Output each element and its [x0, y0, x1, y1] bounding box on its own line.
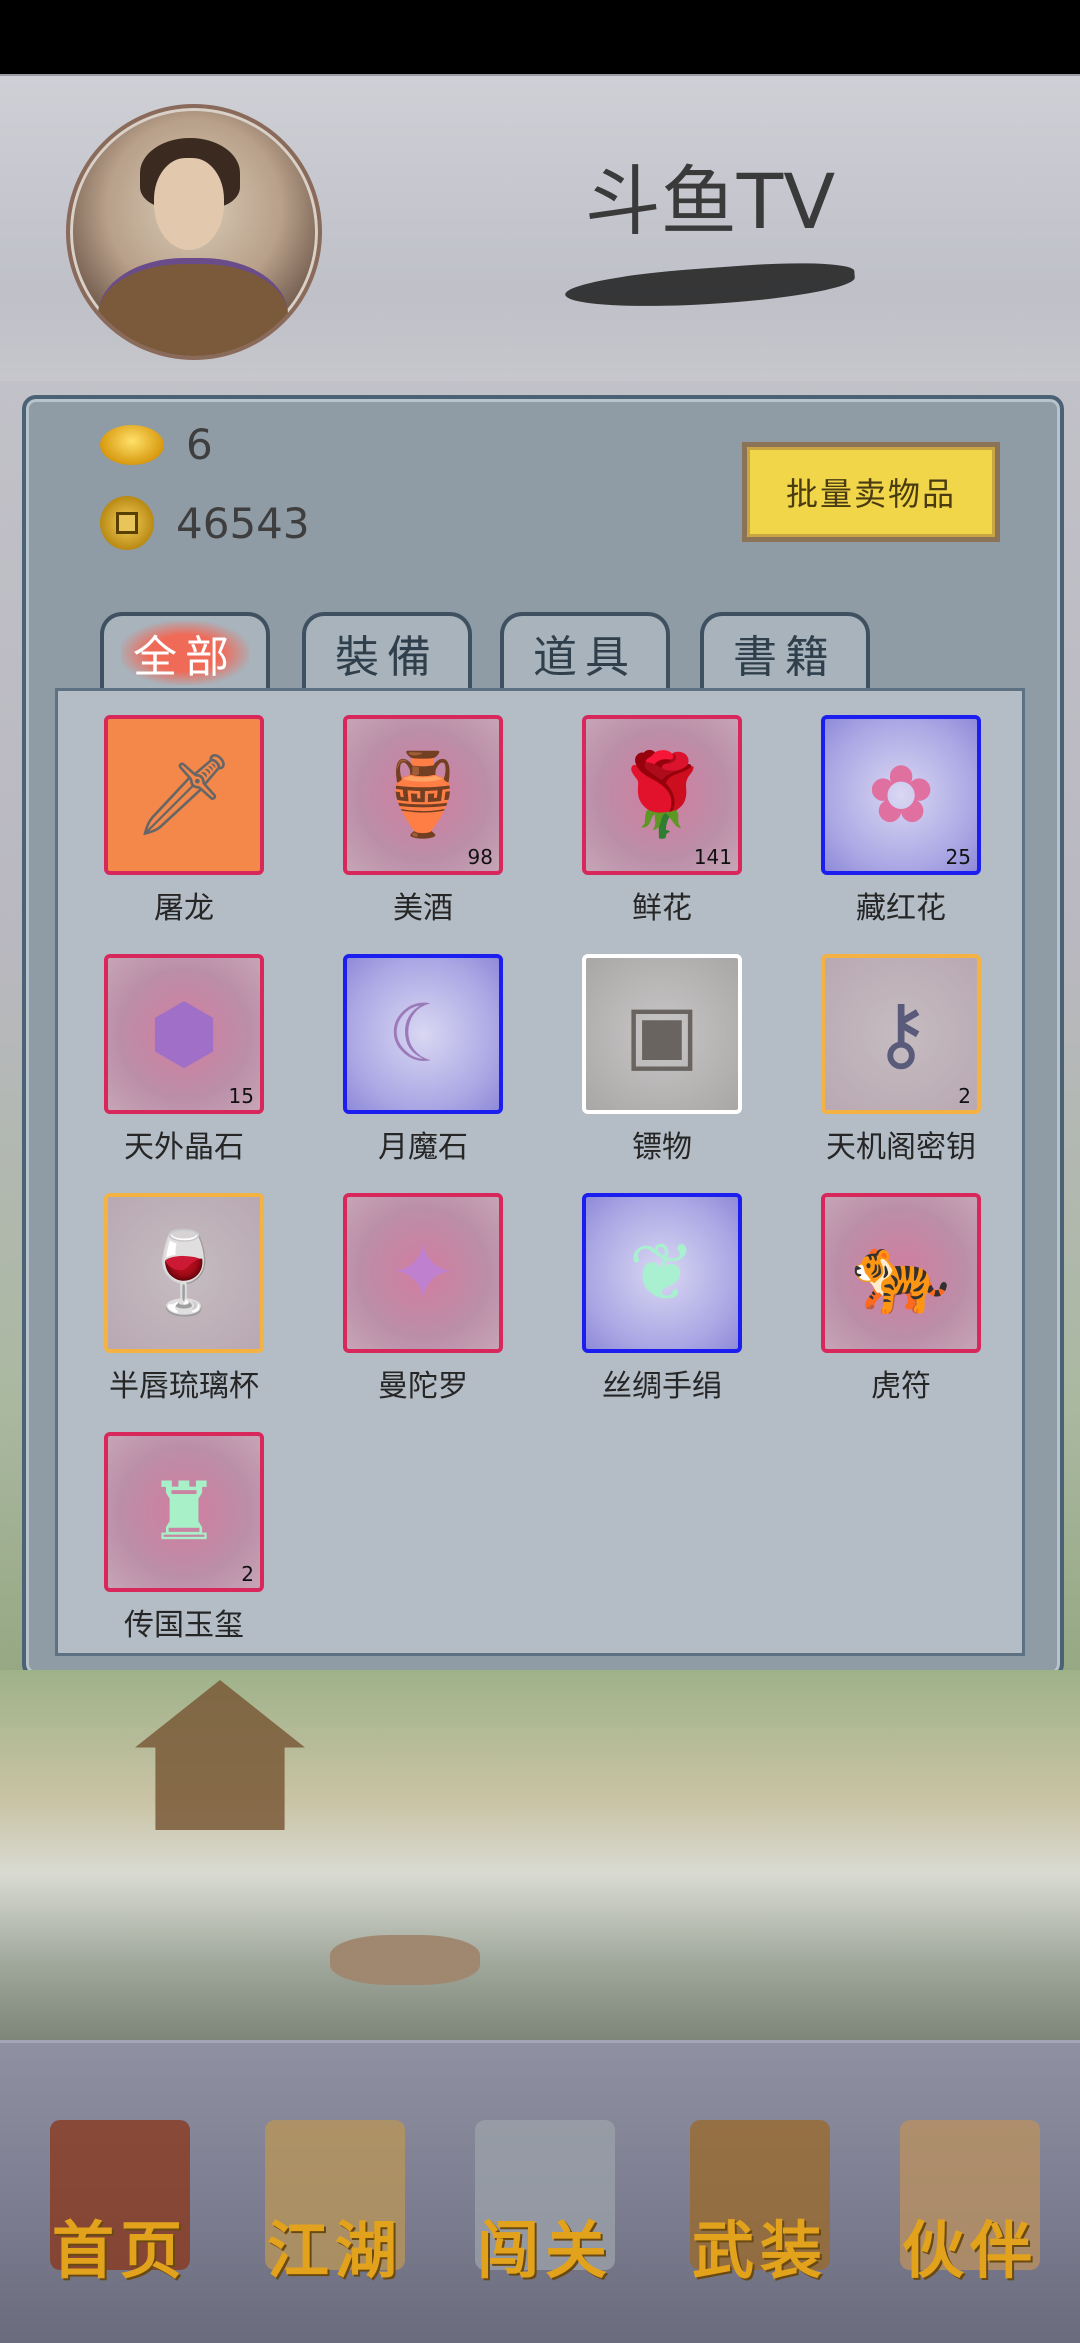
- item-name: 半唇琉璃杯: [109, 1369, 259, 1404]
- tab-books[interactable]: 書籍: [700, 612, 870, 690]
- inventory-item[interactable]: 🍷 半唇琉璃杯: [58, 1169, 298, 1404]
- nav-label: 闯关: [476, 2214, 613, 2287]
- inventory-item[interactable]: ⚷ 2 天机阁密钥: [775, 930, 1015, 1165]
- item-frame[interactable]: 🍷: [104, 1193, 264, 1353]
- avatar-robe: [98, 258, 288, 356]
- item-frame[interactable]: ❦: [582, 1193, 742, 1353]
- inventory-item[interactable]: 🗡 屠龙: [58, 691, 298, 926]
- tab-props-label: 道具: [533, 632, 637, 683]
- sword-icon: 🗡: [133, 748, 235, 841]
- item-name: 丝绸手绢: [602, 1369, 722, 1404]
- item-frame[interactable]: ✦: [343, 1193, 503, 1353]
- inventory-item[interactable]: 🏺 98 美酒: [297, 691, 537, 926]
- nav-item-4[interactable]: 伙伴: [880, 2100, 1060, 2300]
- inventory-item[interactable]: ♜ 2 传国玉玺: [58, 1408, 298, 1643]
- item-count: 2: [958, 1084, 971, 1108]
- item-frame[interactable]: ⚷ 2: [821, 954, 981, 1114]
- item-name: 传国玉玺: [124, 1608, 244, 1643]
- coin-value: 46543: [176, 498, 310, 548]
- tiger-tally-icon: 🐅: [851, 1226, 951, 1319]
- nav-label: 武装: [691, 2214, 828, 2287]
- nav-item-0[interactable]: 首页: [30, 2100, 210, 2300]
- tab-props[interactable]: 道具: [500, 612, 670, 690]
- item-frame[interactable]: 🗡: [104, 715, 264, 875]
- inventory-grid: 🗡 屠龙 🏺 98 美酒 🌹 141 鲜花 ✿ 25 藏红花 ⬢ 15 天外晶石 ☾ 月魔石 ▣ 镖物 ⚷ 2 天机阁密…: [55, 688, 1025, 1656]
- silk-handkerchief-icon: ❦: [628, 1226, 696, 1319]
- item-name: 美酒: [393, 891, 453, 926]
- item-name: 镖物: [632, 1130, 692, 1165]
- scenery-background: [0, 1670, 1080, 2040]
- saffron-flower-icon: ✿: [867, 748, 935, 841]
- player-name: 斗鱼TV: [584, 157, 836, 246]
- gold-ingot-row: 6: [100, 420, 213, 469]
- item-name: 屠龙: [154, 891, 214, 926]
- inventory-item[interactable]: ☾ 月魔石: [297, 930, 537, 1165]
- gold-ingot-value: 6: [186, 420, 213, 469]
- wine-jar-icon: 🏺: [373, 748, 473, 841]
- key-icon: ⚷: [871, 987, 931, 1080]
- copper-coin-icon: [100, 496, 154, 550]
- item-frame[interactable]: ☾: [343, 954, 503, 1114]
- item-frame[interactable]: 🏺 98: [343, 715, 503, 875]
- inventory-item[interactable]: ▣ 镖物: [536, 930, 776, 1165]
- nav-label: 首页: [51, 2214, 188, 2287]
- item-count: 98: [467, 845, 493, 869]
- item-name: 曼陀罗: [378, 1369, 468, 1404]
- inventory-item[interactable]: ⬢ 15 天外晶石: [58, 930, 298, 1165]
- item-name: 天外晶石: [124, 1130, 244, 1165]
- item-name: 藏红花: [856, 891, 946, 926]
- inventory-item[interactable]: ❦ 丝绸手绢: [536, 1169, 776, 1404]
- item-frame[interactable]: ▣: [582, 954, 742, 1114]
- bulk-sell-button[interactable]: 批量卖物品: [742, 442, 1000, 542]
- gold-ingot-icon: [100, 424, 164, 465]
- player-avatar[interactable]: [66, 104, 322, 360]
- item-count: 25: [945, 845, 971, 869]
- item-count: 15: [228, 1084, 254, 1108]
- item-name: 天机阁密钥: [826, 1130, 976, 1165]
- item-frame[interactable]: 🐅: [821, 1193, 981, 1353]
- item-name: 虎符: [871, 1369, 931, 1404]
- inventory-item[interactable]: 🌹 141 鲜花: [536, 691, 776, 926]
- item-count: 141: [693, 845, 732, 869]
- jade-seal-icon: ♜: [148, 1465, 220, 1558]
- item-name: 鲜花: [632, 891, 692, 926]
- item-name: 月魔石: [378, 1130, 468, 1165]
- nav-item-3[interactable]: 武装: [670, 2100, 850, 2300]
- tab-all-label: 全部: [121, 621, 249, 685]
- avatar-face: [154, 158, 224, 250]
- item-frame[interactable]: ⬢ 15: [104, 954, 264, 1114]
- nav-item-1[interactable]: 江湖: [245, 2100, 425, 2300]
- item-frame[interactable]: 🌹 141: [582, 715, 742, 875]
- tab-equipment-label: 裝備: [335, 632, 439, 683]
- tab-books-label: 書籍: [733, 632, 837, 683]
- crystal-icon: ⬢: [149, 987, 219, 1080]
- inventory-item[interactable]: 🐅 虎符: [775, 1169, 1015, 1404]
- moon-stone-icon: ☾: [387, 987, 459, 1080]
- item-count: 2: [241, 1562, 254, 1586]
- nav-label: 伙伴: [901, 2214, 1038, 2287]
- inventory-item[interactable]: ✦ 曼陀罗: [297, 1169, 537, 1404]
- rose-icon: 🌹: [612, 748, 712, 841]
- item-frame[interactable]: ✿ 25: [821, 715, 981, 875]
- cargo-box-icon: ▣: [624, 987, 700, 1080]
- item-frame[interactable]: ♜ 2: [104, 1432, 264, 1592]
- nav-label: 江湖: [266, 2214, 403, 2287]
- inventory-item[interactable]: ✿ 25 藏红花: [775, 691, 1015, 926]
- nav-item-2[interactable]: 闯关: [455, 2100, 635, 2300]
- rock-illustration: [330, 1935, 480, 1985]
- status-bar: [0, 0, 1080, 74]
- tab-all[interactable]: 全部: [100, 612, 270, 690]
- datura-flower-icon: ✦: [389, 1226, 457, 1319]
- glass-cup-icon: 🍷: [134, 1226, 234, 1319]
- coin-row: 46543: [100, 496, 310, 550]
- tab-equipment[interactable]: 裝備: [302, 612, 472, 690]
